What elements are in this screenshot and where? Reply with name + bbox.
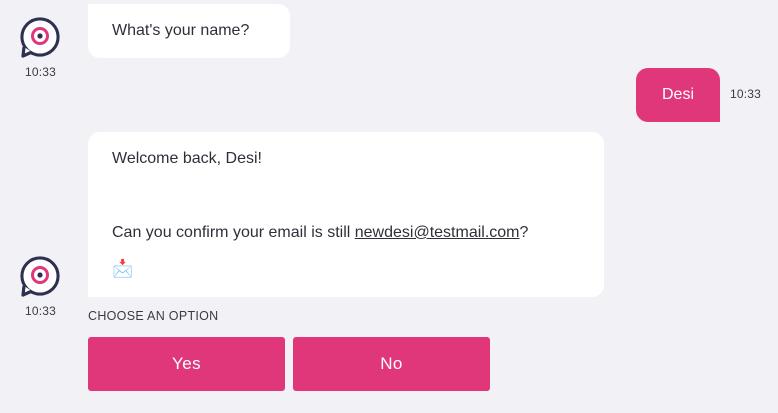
bot-message-time: 10:33 [25, 304, 57, 318]
envelope-emoji-icon: 📩 [112, 259, 134, 278]
bot-message-bubble: Welcome back, Desi! Can you confirm your… [88, 132, 604, 297]
user-message-bubble: Desi [636, 68, 720, 122]
bot-welcome-text: Welcome back, Desi! [112, 150, 262, 167]
bot-message-time: 10:33 [25, 65, 57, 79]
bot-message-text: What's your name? [112, 22, 250, 39]
options-label: CHOOSE AN OPTION [88, 309, 219, 323]
chat-window: What's your name? 10:33 Desi 10:33 Welco… [0, 0, 778, 413]
bot-email-confirm-text: Can you confirm your email is still newd… [112, 224, 529, 241]
user-message-text: Desi [661, 86, 694, 103]
user-message-time: 10:33 [730, 87, 762, 101]
yes-button[interactable]: Yes [88, 337, 285, 391]
bot-message-bubble: What's your name? [88, 4, 290, 58]
no-button[interactable]: No [293, 337, 490, 391]
bot-avatar-icon [18, 16, 62, 60]
email-link[interactable]: newdesi@testmail.com [355, 224, 520, 241]
bot-avatar-icon [18, 255, 62, 299]
